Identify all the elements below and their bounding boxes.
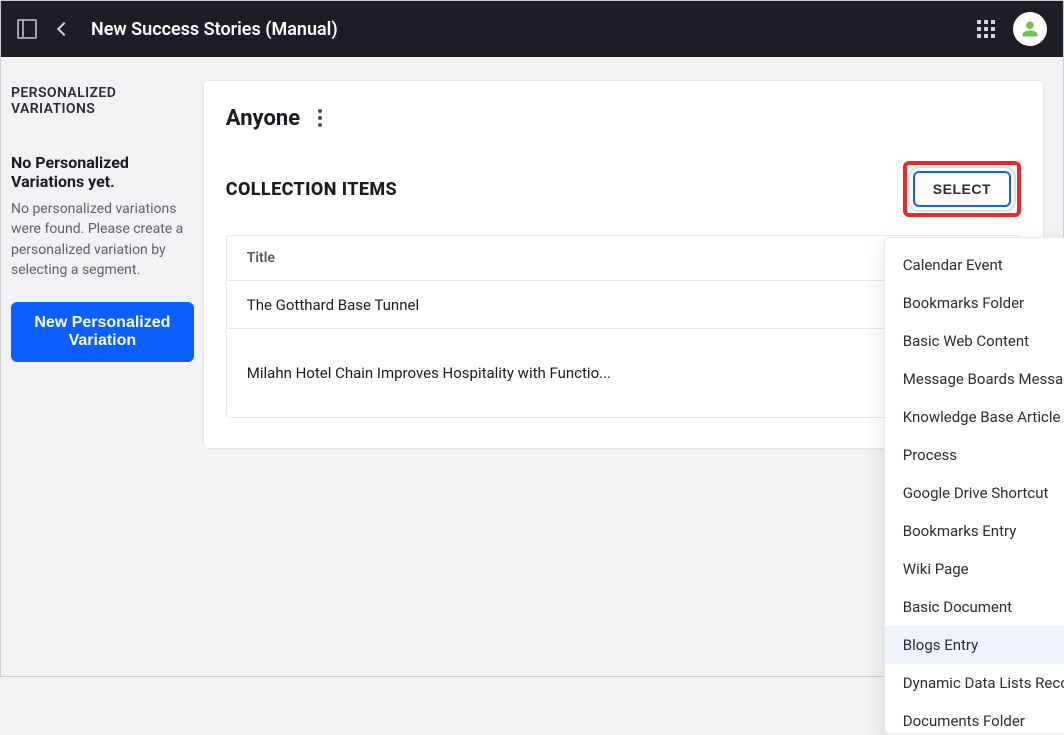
dropdown-option[interactable]: Blogs Entry — [885, 626, 1064, 664]
dropdown-option[interactable]: Documents Folder — [885, 702, 1064, 726]
sidebar-heading: PERSONALIZED VARIATIONS — [11, 85, 194, 117]
apps-grid-icon[interactable] — [977, 20, 995, 38]
row-title: The Gotthard Base Tunnel — [247, 296, 951, 314]
select-button[interactable]: SELECT — [913, 171, 1011, 207]
content-type-dropdown[interactable]: Calendar EventBookmarks FolderBasic Web … — [884, 237, 1064, 735]
dropdown-option[interactable]: Bookmarks Entry — [885, 512, 1064, 550]
audience-kebab-menu[interactable] — [314, 105, 326, 131]
back-button[interactable] — [57, 22, 71, 36]
dropdown-option[interactable]: Process — [885, 436, 1064, 474]
user-icon — [1021, 20, 1039, 38]
dropdown-option[interactable]: Basic Web Content — [885, 322, 1064, 360]
dropdown-option[interactable]: Google Drive Shortcut — [885, 474, 1064, 512]
table-header-title: Title — [247, 250, 275, 266]
top-bar: New Success Stories (Manual) — [1, 1, 1063, 57]
dropdown-option[interactable]: Wiki Page — [885, 550, 1064, 588]
dropdown-option[interactable]: Bookmarks Folder — [885, 284, 1064, 322]
page-title: New Success Stories (Manual) — [91, 19, 338, 40]
dropdown-option[interactable]: Knowledge Base Article — [885, 398, 1064, 436]
collection-card: Anyone COLLECTION ITEMS SELECT Title The… — [204, 81, 1043, 448]
dropdown-option[interactable]: Dynamic Data Lists Record — [885, 664, 1064, 702]
dropdown-option[interactable]: Message Boards Message — [885, 360, 1064, 398]
sidebar-empty-title: No Personalized Variations yet. — [11, 153, 194, 191]
dropdown-option[interactable]: Calendar Event — [885, 246, 1064, 284]
audience-title: Anyone — [226, 106, 300, 131]
user-avatar[interactable] — [1013, 12, 1047, 46]
panel-toggle-icon[interactable] — [17, 19, 37, 39]
dropdown-option[interactable]: Basic Document — [885, 588, 1064, 626]
select-button-highlight: SELECT — [903, 161, 1021, 217]
row-title: Milahn Hotel Chain Improves Hospitality … — [247, 364, 951, 382]
sidebar-empty-description: No personalized variations were found. P… — [11, 199, 194, 280]
section-title: COLLECTION ITEMS — [226, 179, 397, 200]
sidebar: PERSONALIZED VARIATIONS No Personalized … — [1, 57, 204, 676]
new-personalized-variation-button[interactable]: New Personalized Variation — [11, 302, 194, 362]
main-content: Anyone COLLECTION ITEMS SELECT Title The… — [204, 57, 1063, 676]
